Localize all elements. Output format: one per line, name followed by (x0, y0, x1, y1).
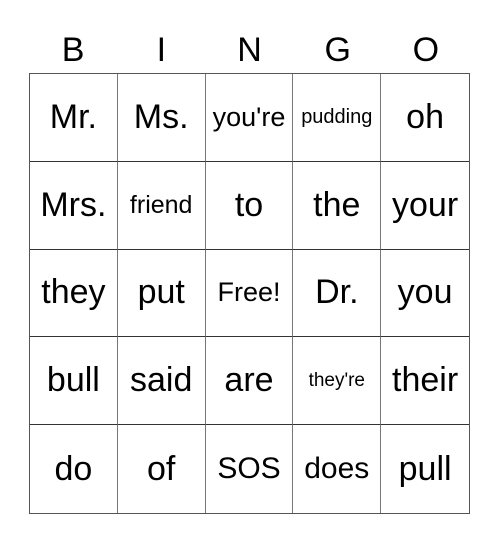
bingo-cell[interactable]: the (293, 161, 382, 250)
bingo-cell[interactable]: do (30, 425, 118, 513)
bingo-cell[interactable]: SOS (206, 425, 294, 513)
bingo-cell[interactable]: bull (30, 337, 118, 426)
bingo-cell[interactable]: pull (381, 425, 469, 513)
bingo-cell[interactable]: they (30, 249, 118, 338)
bingo-cell[interactable]: friend (117, 161, 206, 250)
bingo-cell[interactable]: you (381, 250, 469, 338)
header-letter-i: I (156, 31, 167, 69)
bingo-cell[interactable]: Mr. (30, 74, 118, 162)
bingo-cell[interactable]: to (205, 161, 294, 250)
header-letter-g: G (324, 31, 351, 69)
bingo-cell[interactable]: Dr. (293, 249, 382, 338)
bingo-cell[interactable]: does (293, 425, 382, 513)
bingo-cell[interactable]: are (205, 337, 294, 426)
bingo-cell[interactable]: their (381, 337, 469, 426)
bingo-cell[interactable]: of (118, 425, 206, 513)
bingo-cell[interactable]: pudding (293, 74, 382, 162)
free-space-cell[interactable]: Free! (205, 249, 294, 338)
bingo-card: Mr. Ms. you're pudding oh Mrs. friend to… (29, 73, 470, 514)
bingo-cell[interactable]: Mrs. (30, 161, 118, 250)
bingo-cell[interactable]: they're (293, 337, 382, 426)
bingo-header: B I N G O (29, 28, 470, 72)
bingo-cell[interactable]: your (381, 162, 469, 250)
bingo-cell[interactable]: Ms. (117, 74, 206, 162)
bingo-cell[interactable]: oh (381, 74, 469, 162)
bingo-cell[interactable]: put (117, 249, 206, 338)
header-letter-o: O (412, 31, 440, 69)
bingo-cell[interactable]: said (117, 337, 206, 426)
header-letter-b: B (61, 31, 85, 69)
header-letter-n: N (237, 31, 262, 69)
bingo-cell[interactable]: you're (205, 74, 294, 162)
